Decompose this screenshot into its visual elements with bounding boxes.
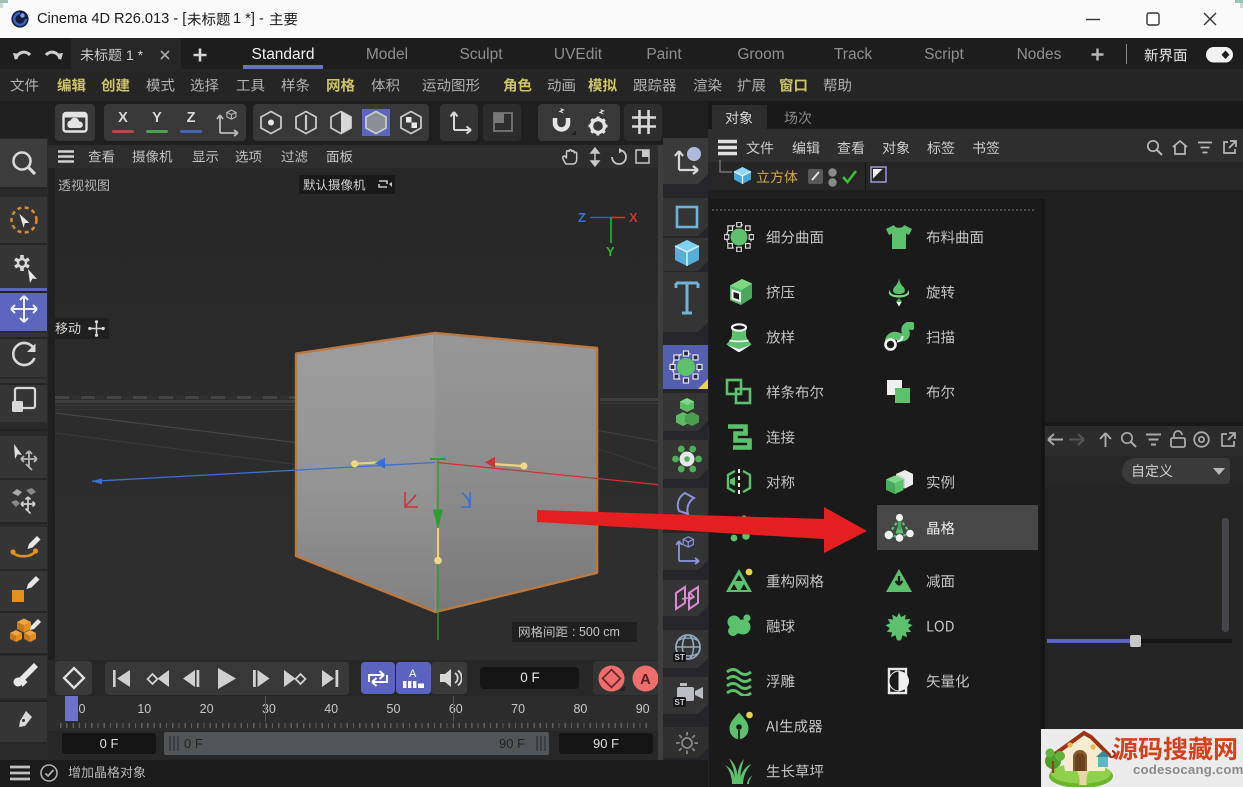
svg-text:A: A: [640, 671, 651, 688]
svg-text:A: A: [409, 668, 417, 680]
svg-text:ST: ST: [675, 698, 685, 707]
svg-text:X: X: [629, 210, 638, 225]
svg-text:Y: Y: [606, 244, 615, 259]
svg-text:Z: Z: [578, 210, 586, 225]
svg-text:ST: ST: [675, 653, 685, 662]
